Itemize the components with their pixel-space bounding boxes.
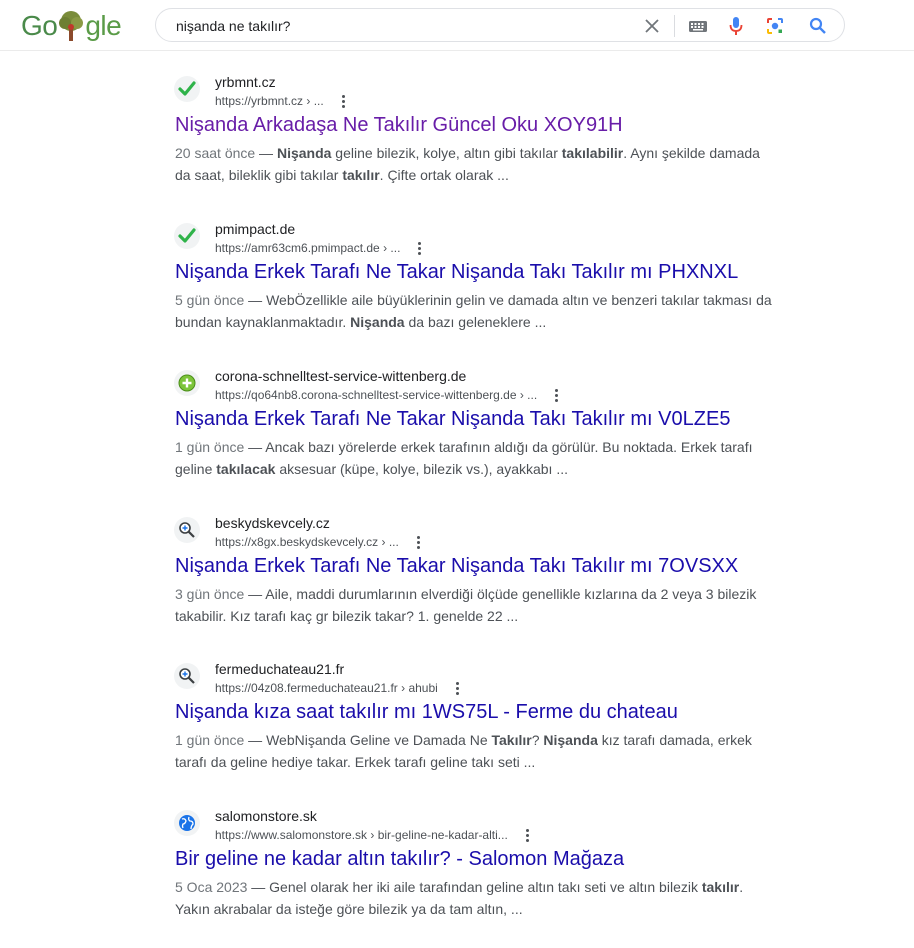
more-options-icon[interactable] [416,535,421,549]
snippet-text: . Çifte ortak olarak ... [379,167,509,183]
result-url[interactable]: https://www.salomonstore.sk › bir-geline… [215,828,508,842]
result-site-name[interactable]: corona-schnelltest-service-wittenberg.de [215,368,466,384]
microphone-icon[interactable] [726,16,746,36]
result-snippet: 3 gün önce — Aile, maddi durumlarının el… [175,583,775,627]
snippet-text: geline bilezik, kolye, altın gibi takıla… [331,145,562,161]
snippet-highlight: Nişanda [543,732,598,748]
result-title-link[interactable]: Nişanda Erkek Tarafı Ne Takar Nişanda Ta… [175,408,730,431]
snippet-text: aksesuar (küpe, kolye, bilezik vs.), aya… [275,461,569,477]
logo-text-left: Go [21,10,58,41]
clear-icon[interactable] [642,16,662,36]
result-title-link[interactable]: Nişanda Erkek Tarafı Ne Takar Nişanda Ta… [175,555,738,578]
result-url-line: https://qo64nb8.corona-schnelltest-servi… [215,388,559,402]
result-title-link[interactable]: Nişanda Erkek Tarafı Ne Takar Nişanda Ta… [175,261,738,284]
result-snippet: 1 gün önce — Ancak bazı yörelerde erkek … [175,436,775,480]
result-date: 5 Oca 2023 [175,879,248,895]
result-url-line: https://yrbmnt.cz › ... [215,94,346,108]
snippet-highlight: takılır [342,167,380,183]
result-url[interactable]: https://x8gx.beskydskevcely.cz › ... [215,535,399,549]
magnifier-plus-icon[interactable] [174,663,200,689]
snippet-text: — [255,145,277,161]
result-date: 1 gün önce [175,439,245,455]
tree-doodle-icon [56,10,86,42]
keyboard-icon[interactable] [688,16,708,36]
magnifier-plus-icon[interactable] [174,517,200,543]
snippet-highlight: takılacak [216,461,276,477]
result-site-name[interactable]: fermeduchateau21.fr [215,661,344,677]
green-plus-icon[interactable] [174,370,200,396]
result-url-line: https://x8gx.beskydskevcely.cz › ... [215,535,421,549]
snippet-highlight: Nişanda [350,314,405,330]
result-url[interactable]: https://qo64nb8.corona-schnelltest-servi… [215,388,537,402]
result-title-link[interactable]: Bir geline ne kadar altın takılır? - Sal… [175,848,624,871]
camera-lens-icon[interactable] [765,16,785,36]
result-snippet: 1 gün önce — WebNişanda Geline ve Damada… [175,729,775,773]
result-site-name[interactable]: pmimpact.de [215,221,295,237]
search-input[interactable] [176,17,616,35]
green-check-icon[interactable] [174,76,200,102]
result-title-link[interactable]: Nişanda kıza saat takılır mı 1WS75L - Fe… [175,701,678,724]
result-site-name[interactable]: yrbmnt.cz [215,74,276,90]
result-date: 3 gün önce [175,586,245,602]
snippet-highlight: Nişanda [276,145,332,161]
more-options-icon[interactable] [455,681,460,695]
result-url[interactable]: https://yrbmnt.cz › ... [215,94,324,108]
result-snippet: 5 Oca 2023 — Genel olarak her iki aile t… [175,876,775,920]
result-title-link[interactable]: Nişanda Arkadaşa Ne Takılır Güncel Oku X… [175,114,623,137]
search-box[interactable] [155,8,845,42]
snippet-text: — Genel olarak her iki aile tarafından g… [247,879,702,895]
result-snippet: 5 gün önce — WebÖzellikle aile büyükleri… [175,289,775,333]
header-bar: Go gle [0,0,914,51]
globe-icon[interactable] [174,810,200,836]
result-snippet: 20 saat önce — Nişanda geline bilezik, k… [175,142,775,186]
snippet-text: da bazı geleneklere ... [404,314,547,330]
snippet-text: — WebNişanda Geline ve Damada Ne [244,732,492,748]
snippet-text: ? [531,732,544,748]
google-logo[interactable]: Go gle [21,10,122,42]
snippet-highlight: takılır [701,879,740,895]
result-url-line: https://amr63cm6.pmimpact.de › ... [215,241,422,255]
result-site-name[interactable]: beskydskevcely.cz [215,515,330,531]
snippet-highlight: takılabilir [561,145,624,161]
result-site-name[interactable]: salomonstore.sk [215,808,317,824]
snippet-text: — Aile, maddi durumlarının elverdiği ölç… [175,586,757,624]
more-options-icon[interactable] [418,241,422,255]
result-date: 1 gün önce [175,732,245,748]
logo-text-right: gle [85,10,122,41]
green-check-icon[interactable] [174,223,200,249]
result-url[interactable]: https://04z08.fermeduchateau21.fr › ahub… [215,681,438,695]
search-icon[interactable] [808,16,828,36]
more-options-icon[interactable] [525,828,530,842]
result-url[interactable]: https://amr63cm6.pmimpact.de › ... [215,241,400,255]
more-options-icon[interactable] [555,388,559,402]
result-date: 20 saat önce [175,145,256,161]
result-date: 5 gün önce [175,292,245,308]
more-options-icon[interactable] [341,94,346,108]
snippet-highlight: Takılır [491,732,532,748]
result-url-line: https://www.salomonstore.sk › bir-geline… [215,828,530,842]
result-url-line: https://04z08.fermeduchateau21.fr › ahub… [215,681,460,695]
search-divider [674,15,675,37]
